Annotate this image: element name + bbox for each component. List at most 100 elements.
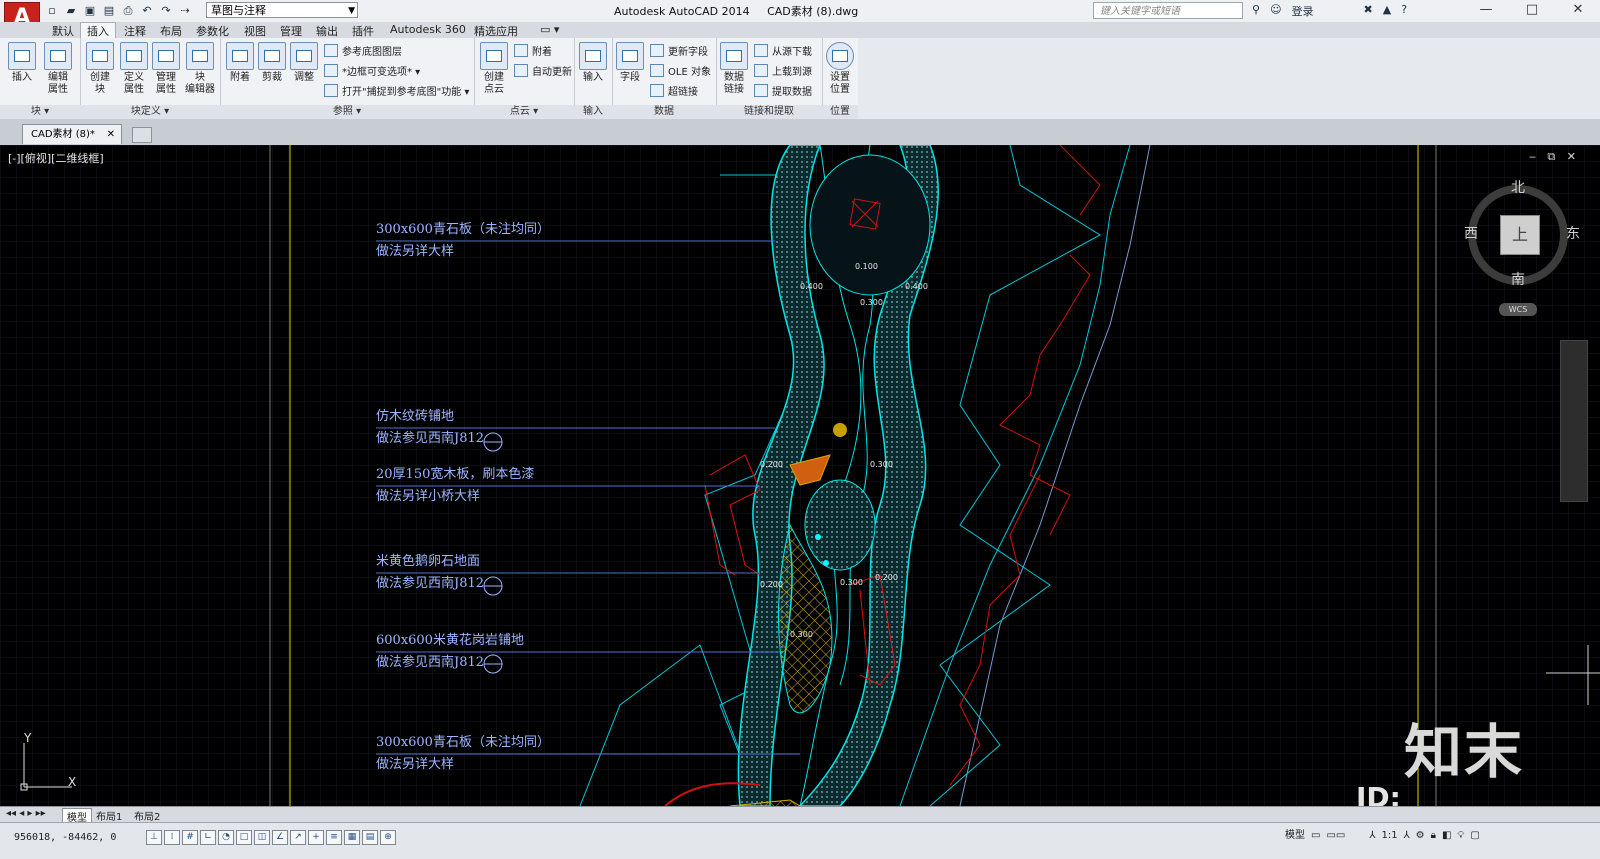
attach-button[interactable]: 附着 <box>224 42 256 84</box>
upload-to-source-button[interactable]: 上载到源 <box>754 64 812 78</box>
panel-label-block[interactable]: 块 ▾ <box>0 105 80 119</box>
block-editor-button[interactable]: 块 编辑器 <box>182 42 218 96</box>
autodesk-icon[interactable]: ▲ <box>1383 3 1391 19</box>
lineweight-icon[interactable]: ≡ <box>326 830 342 845</box>
exchange-icon[interactable]: ✖ <box>1364 3 1373 19</box>
tab-featured-apps[interactable]: 精选应用 <box>474 23 518 39</box>
saveas-icon[interactable]: ▤ <box>101 3 117 18</box>
extract-data-button[interactable]: 提取数据 <box>754 84 812 98</box>
compass-north[interactable]: 北 <box>1511 177 1525 197</box>
save-icon[interactable]: ▣ <box>82 3 98 18</box>
open-icon[interactable]: ▰ <box>63 3 79 18</box>
minimize-button[interactable]: — <box>1464 0 1508 20</box>
underlay-layers-button[interactable]: 参考底图图层 <box>324 44 402 58</box>
binoculars-icon[interactable]: ⚲ <box>1252 3 1260 19</box>
edit-attributes-button[interactable]: 编辑 属性 <box>42 42 74 96</box>
object-snap-icon[interactable]: □ <box>236 830 252 845</box>
annotation-scale-icon[interactable]: ⅄ <box>1369 829 1375 843</box>
viewport-label[interactable]: [-][俯视][二维线框] <box>8 150 104 166</box>
compass-south[interactable]: 南 <box>1511 269 1525 289</box>
ortho-mode-icon[interactable]: ∟ <box>200 830 216 845</box>
polar-tracking-icon[interactable]: ◔ <box>218 830 234 845</box>
hyperlink-button[interactable]: 超链接 <box>650 84 698 98</box>
close-button[interactable]: ✕ <box>1556 0 1600 20</box>
ribbon-toggle-icon[interactable]: ▭ ▾ <box>540 23 559 36</box>
auto-update-button[interactable]: 自动更新 <box>514 64 572 78</box>
create-block-button[interactable]: 创建 块 <box>84 42 116 96</box>
layout-view-icon[interactable]: ▭ <box>1311 829 1320 843</box>
panel-label-point-cloud[interactable]: 点云 ▾ <box>474 105 574 119</box>
tab-output[interactable]: 输出 <box>316 23 338 39</box>
transparency-icon[interactable]: ▦ <box>344 830 360 845</box>
annotation-visibility-icon[interactable]: ⅄ <box>1404 829 1410 843</box>
viewport-controls[interactable]: ‒ ⧉ ✕ <box>1529 150 1580 164</box>
layout-nav-arrows[interactable]: ◂◂ ◂ ▸ ▸▸ <box>6 808 46 819</box>
grid-display-icon[interactable]: # <box>182 830 198 845</box>
share-icon[interactable]: ⇢ <box>177 3 193 18</box>
tab-annotate[interactable]: 注释 <box>124 23 146 39</box>
navigation-bar[interactable] <box>1560 340 1588 502</box>
tab-view[interactable]: 视图 <box>244 23 266 39</box>
frames-option-dropdown[interactable]: *边框可变选项* ▾ <box>324 64 420 78</box>
drawing-canvas[interactable]: 0.400 0.400 0.100 0.300 0.200 0.300 0.20… <box>0 145 1600 806</box>
compass-east[interactable]: 东 <box>1566 223 1580 243</box>
data-link-button[interactable]: 数据 链接 <box>718 42 750 96</box>
3d-snap-icon[interactable]: ◫ <box>254 830 270 845</box>
tab-insert[interactable]: 插入 <box>80 22 116 39</box>
search-input[interactable]: 键入关键字或短语 <box>1093 2 1243 19</box>
close-icon[interactable]: ✕ <box>107 125 115 145</box>
selection-cycling-icon[interactable]: ⊕ <box>380 830 396 845</box>
coordinate-display[interactable]: 956018, -84462, 0 <box>14 832 116 843</box>
maximize-button[interactable]: □ <box>1510 0 1554 20</box>
panel-label-reference[interactable]: 参照 ▾ <box>220 105 474 119</box>
tab-layout[interactable]: 布局 <box>160 23 182 39</box>
login-link[interactable]: 登录 <box>1292 3 1314 19</box>
allow-ucs-icon[interactable]: ↗ <box>290 830 306 845</box>
model-space-label[interactable]: 模型 <box>1285 829 1305 843</box>
clean-screen-icon[interactable]: ▢ <box>1470 829 1479 843</box>
create-point-cloud-button[interactable]: 创建 点云 <box>478 42 510 96</box>
annotation-scale[interactable]: 1:1 <box>1381 829 1397 843</box>
update-fields-button[interactable]: 更新字段 <box>650 44 708 58</box>
ole-object-button[interactable]: OLE 对象 <box>650 64 711 78</box>
redo-icon[interactable]: ↷ <box>158 3 174 18</box>
tab-layout2[interactable]: 布局2 <box>134 808 160 823</box>
snap-underlay-dropdown[interactable]: 打开"捕捉到参考底图"功能 ▾ <box>324 84 469 98</box>
compass-west[interactable]: 西 <box>1464 223 1478 243</box>
hardware-acceleration-icon[interactable]: ◧ <box>1442 829 1451 843</box>
clip-button[interactable]: 剪裁 <box>256 42 288 84</box>
define-attributes-button[interactable]: 定义 属性 <box>118 42 150 96</box>
snap-mode-icon[interactable]: ⁞ <box>164 830 180 845</box>
adjust-button[interactable]: 调整 <box>288 42 320 84</box>
quick-view-icon[interactable]: ▭▭ <box>1326 829 1345 843</box>
field-button[interactable]: 字段 <box>614 42 646 84</box>
import-button[interactable]: 输入 <box>577 42 609 84</box>
user-icon[interactable]: ☺ <box>1270 3 1281 19</box>
quick-properties-icon[interactable]: ▤ <box>362 830 378 845</box>
panel-label-block-definition[interactable]: 块定义 ▾ <box>80 105 220 119</box>
tab-parametric[interactable]: 参数化 <box>196 23 229 39</box>
set-location-button[interactable]: 设置 位置 <box>824 42 856 96</box>
point-cloud-attach-button[interactable]: 附着 <box>514 44 552 58</box>
tab-autodesk360[interactable]: Autodesk 360 <box>390 23 466 36</box>
help-icon[interactable]: ? <box>1401 3 1407 19</box>
print-icon[interactable]: ⎙ <box>120 3 136 18</box>
lock-icon[interactable]: 🔒︎ <box>1431 829 1436 843</box>
tab-layout1[interactable]: 布局1 <box>96 808 122 823</box>
infer-constraints-icon[interactable]: ⊥ <box>146 830 162 845</box>
dynamic-input-icon[interactable]: + <box>308 830 324 845</box>
wcs-menu[interactable]: WCS <box>1499 303 1537 316</box>
workspace-switch-icon[interactable]: ⚙ <box>1416 829 1425 843</box>
drawing-area[interactable]: 0.400 0.400 0.100 0.300 0.200 0.300 0.20… <box>0 145 1600 806</box>
new-icon[interactable]: ▫ <box>44 3 60 18</box>
object-snap-tracking-icon[interactable]: ∠ <box>272 830 288 845</box>
viewcube-face[interactable]: 上 <box>1500 215 1540 255</box>
insert-block-button[interactable]: 插入 <box>6 42 38 84</box>
new-tab-button[interactable] <box>132 127 152 143</box>
tab-plugins[interactable]: 插件 <box>352 23 374 39</box>
download-from-source-button[interactable]: 从源下载 <box>754 44 812 58</box>
undo-icon[interactable]: ↶ <box>139 3 155 18</box>
tab-manage[interactable]: 管理 <box>280 23 302 39</box>
isolate-objects-icon[interactable]: 💡︎ <box>1457 829 1464 843</box>
workspace-dropdown[interactable]: 草图与注释 ▼ <box>206 2 358 18</box>
